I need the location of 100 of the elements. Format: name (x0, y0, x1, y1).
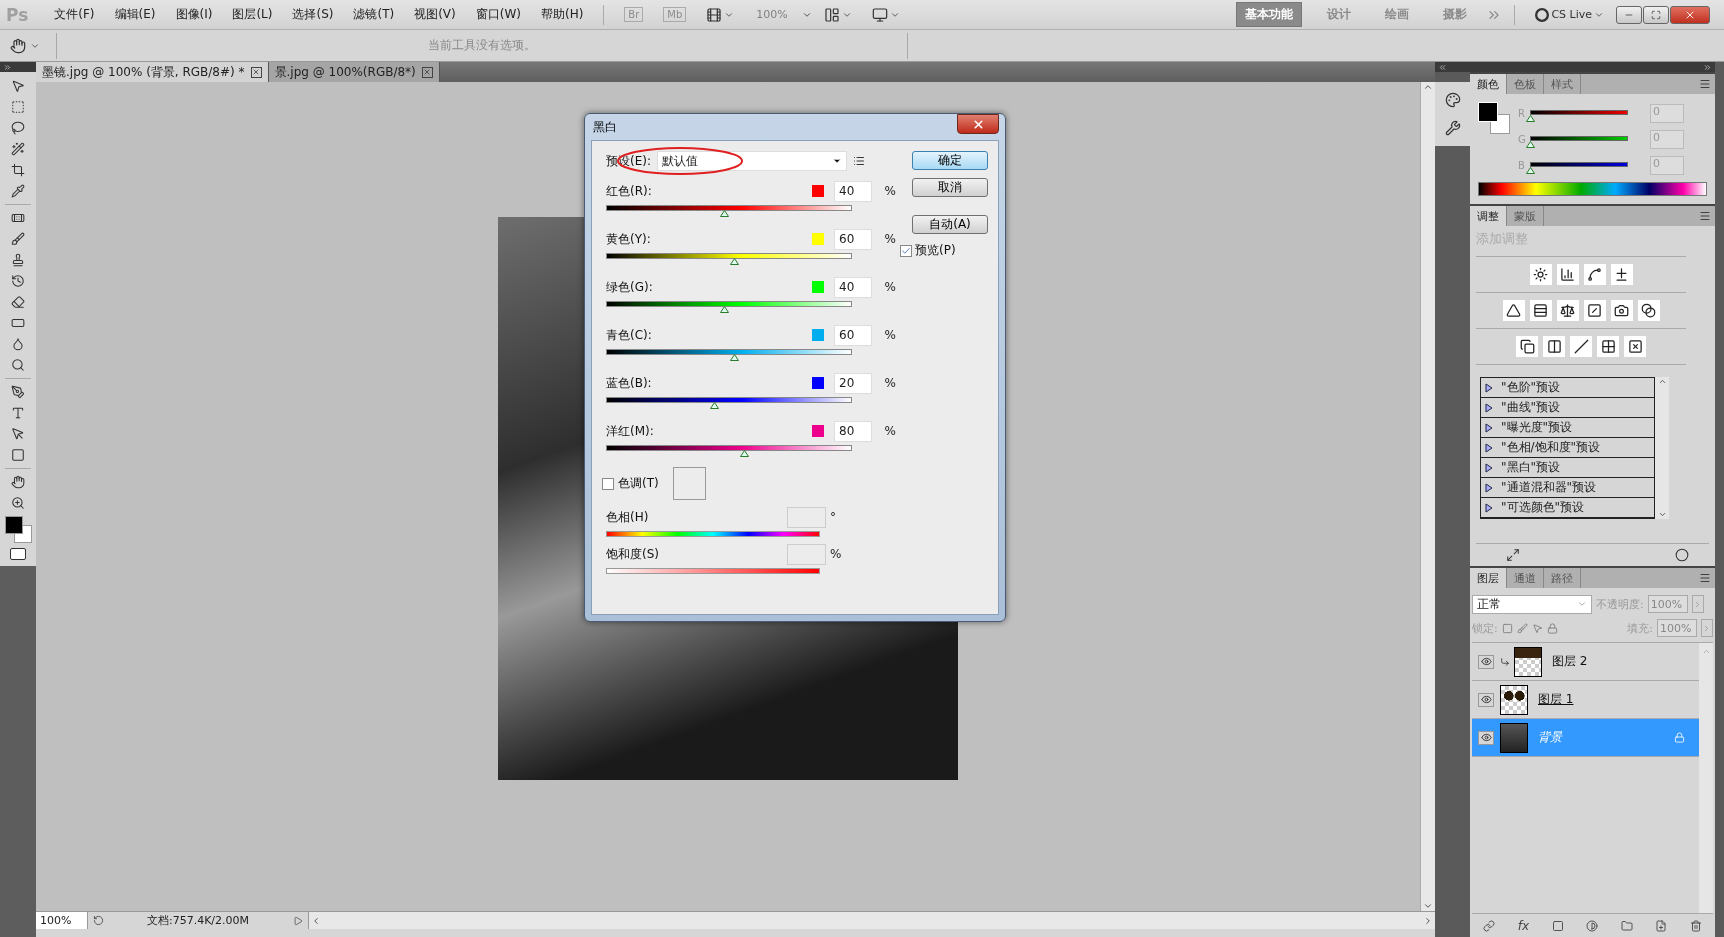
tint-checkbox[interactable] (602, 477, 614, 490)
preset-list-item[interactable]: "曝光度"预设 (1481, 418, 1654, 438)
zoom-icon[interactable] (11, 496, 25, 510)
wand-icon[interactable] (11, 142, 25, 156)
close-button[interactable] (1670, 5, 1710, 24)
list-scrollbar[interactable] (1655, 377, 1669, 519)
menu-item[interactable]: 帮助(H) (532, 4, 592, 25)
visibility-toggle[interactable] (1478, 654, 1494, 669)
hand-icon[interactable] (10, 37, 26, 54)
grid-icon[interactable] (1597, 336, 1619, 357)
levels-icon[interactable] (1556, 264, 1579, 285)
preset-list-item[interactable]: "曲线"预设 (1481, 398, 1654, 418)
film-icon[interactable] (706, 6, 723, 23)
panel-tab[interactable]: 调整 (1470, 206, 1507, 226)
curves-icon[interactable] (1583, 264, 1606, 285)
preset-list-item[interactable]: "色相/饱和度"预设 (1481, 438, 1654, 458)
mask-icon[interactable] (1551, 919, 1564, 932)
panel-menu-icon[interactable] (1699, 78, 1711, 90)
preset-list-item[interactable]: "黑白"预设 (1481, 458, 1654, 478)
hand-icon[interactable] (11, 475, 25, 489)
panel-tab[interactable]: 通道 (1507, 568, 1544, 588)
channel-value-field[interactable]: 80 (834, 420, 872, 442)
screen-mode-icon[interactable] (871, 6, 888, 23)
menu-item[interactable]: 文件(F) (46, 4, 103, 25)
eyedropper-icon[interactable] (11, 184, 25, 198)
visibility-toggle[interactable] (1478, 730, 1494, 745)
preset-list-item[interactable]: "色阶"预设 (1481, 378, 1654, 398)
panel-tab[interactable]: 色板 (1507, 74, 1544, 94)
menu-item[interactable]: 编辑(E) (106, 4, 164, 25)
crop-icon[interactable] (11, 163, 25, 177)
marquee-icon[interactable] (11, 100, 25, 114)
diagonal-icon[interactable] (1583, 300, 1606, 321)
type-icon[interactable] (11, 406, 25, 420)
path-select-icon[interactable] (11, 427, 25, 441)
palette-icon[interactable] (1444, 92, 1461, 108)
eraser-icon[interactable] (11, 295, 25, 309)
channel-slider[interactable] (606, 253, 852, 267)
panel-tab[interactable]: 路径 (1544, 568, 1581, 588)
channel-value-field[interactable]: 60 (834, 324, 872, 346)
half-circle-icon[interactable] (1586, 919, 1599, 932)
menu-item[interactable]: 视图(V) (406, 4, 464, 25)
swap-icon[interactable] (1516, 336, 1538, 357)
zoom-field[interactable]: 100% (36, 912, 88, 929)
channel-slider[interactable] (606, 397, 852, 411)
droplet-icon[interactable] (11, 337, 25, 351)
dialog-button[interactable]: 自动(A) (912, 215, 988, 234)
minimize-button[interactable] (1616, 5, 1642, 24)
color-spectrum[interactable] (1478, 182, 1707, 196)
close-icon[interactable] (250, 66, 262, 78)
preset-dropdown[interactable]: 默认值 (657, 151, 847, 171)
channel-slider[interactable] (606, 349, 852, 363)
hue-field[interactable] (787, 506, 826, 528)
panel-menu-icon[interactable] (1699, 210, 1711, 222)
play-icon[interactable] (293, 915, 303, 926)
bandage-icon[interactable] (11, 211, 25, 225)
close-icon[interactable] (421, 66, 433, 78)
channel-value-field[interactable]: 40 (834, 276, 872, 298)
layers-scrollbar[interactable] (1699, 643, 1713, 913)
lasso-icon[interactable] (11, 121, 25, 135)
bars-icon[interactable] (1529, 300, 1552, 321)
document-tab[interactable]: 景.jpg @ 100%(RGB/8*) (268, 62, 440, 82)
saturation-field[interactable] (787, 543, 826, 565)
dodge-icon[interactable] (11, 358, 25, 372)
scales-icon[interactable] (1556, 300, 1579, 321)
menu-item[interactable]: 滤镜(T) (345, 4, 403, 25)
channel-value-field[interactable]: 60 (834, 228, 872, 250)
slider-thumb[interactable] (1526, 167, 1535, 174)
layout-icon[interactable] (823, 6, 840, 23)
visibility-toggle[interactable] (1478, 692, 1494, 707)
slash-icon[interactable] (1570, 336, 1592, 357)
stamp-icon[interactable] (11, 253, 25, 267)
panel-tab[interactable]: 样式 (1544, 74, 1581, 94)
dialog-close-button[interactable] (957, 114, 999, 134)
cross-icon[interactable] (1624, 336, 1646, 357)
resize-icon[interactable] (1506, 548, 1520, 562)
pen-icon[interactable] (11, 385, 25, 399)
horizontal-scrollbar[interactable] (308, 912, 1435, 929)
tools-icon[interactable] (1444, 120, 1461, 136)
camera-icon[interactable] (1610, 300, 1633, 321)
document-tab[interactable]: 墨镜.jpg @ 100% (背景, RGB/8#) * (36, 62, 269, 82)
preset-options-icon[interactable] (853, 155, 865, 167)
ok-button[interactable]: 确定 (912, 151, 988, 170)
preset-list-item[interactable]: "通道混和器"预设 (1481, 478, 1654, 498)
panel-menu-icon[interactable] (1699, 572, 1711, 584)
trash-icon[interactable] (1689, 919, 1702, 932)
circles-icon[interactable] (1637, 300, 1660, 321)
channel-slider[interactable] (606, 301, 852, 315)
brightness-icon[interactable] (1529, 264, 1552, 285)
panel-tab[interactable]: 颜色 (1470, 74, 1507, 94)
history-brush-icon[interactable] (11, 274, 25, 288)
blend-mode-dropdown[interactable]: 正常 (1472, 594, 1592, 614)
menu-item[interactable]: 窗口(W) (467, 4, 529, 25)
preview-checkbox[interactable] (900, 244, 912, 257)
exposure-icon[interactable] (1610, 264, 1633, 285)
color-swatches-drawing[interactable] (1478, 102, 1510, 134)
layer-row[interactable]: 图层 2 (1472, 643, 1699, 681)
channel-value-field[interactable]: 20 (834, 372, 872, 394)
channel-slider[interactable] (606, 205, 852, 219)
color-swatches-drawing[interactable] (4, 516, 32, 543)
menu-item[interactable]: 图像(I) (167, 4, 221, 25)
